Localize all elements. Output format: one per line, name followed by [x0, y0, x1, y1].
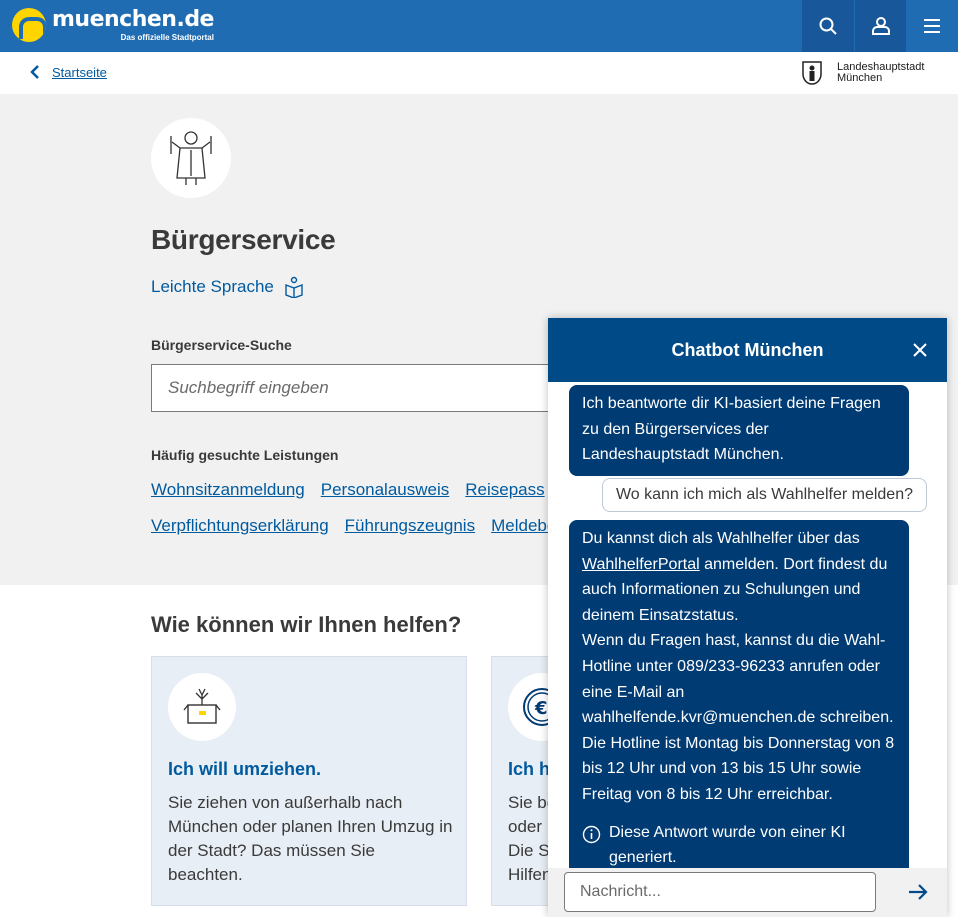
- ai-disclaimer-text: Diese Antwort wurde von einer KI generie…: [609, 823, 846, 867]
- link-meldebescheinigung[interactable]: Meldebe: [491, 516, 556, 536]
- svg-text:€: €: [534, 698, 548, 719]
- chatbot-title: Chatbot München: [671, 340, 824, 360]
- help-title: Wie können wir Ihnen helfen?: [151, 612, 462, 637]
- city-name-line2: München: [837, 72, 883, 84]
- logo-name: muenchen.de: [52, 7, 214, 32]
- menu-button[interactable]: [906, 0, 958, 52]
- chatbot-window: Chatbot München Ich beantworte dir KI-ba…: [548, 318, 947, 917]
- ai-disclaimer: Diese Antwort wurde von einer KI generie…: [582, 820, 896, 868]
- chat-footer: Nachricht...: [548, 868, 947, 917]
- muenchner-kindl-icon: [170, 131, 212, 185]
- breadcrumb-home-link[interactable]: Startseite: [52, 65, 107, 80]
- search-label: Bürgerservice-Suche: [151, 337, 292, 353]
- info-icon: [582, 825, 601, 843]
- chevron-left-icon: [30, 65, 39, 79]
- easy-language-label: Leichte Sprache: [151, 277, 274, 296]
- moving-box-icon: [168, 673, 236, 741]
- send-arrow-icon[interactable]: [906, 880, 930, 904]
- chatbot-header: Chatbot München: [548, 318, 947, 382]
- help-card-moving[interactable]: Ich will umziehen. Sie ziehen von außerh…: [151, 656, 467, 906]
- frequent-links-row-1: Wohnsitzanmeldung Personalausweis Reisep…: [151, 480, 571, 500]
- link-reisepass[interactable]: Reisepass: [465, 480, 544, 500]
- bot-message: Du kannst dich als Wahlhelfer über das W…: [569, 520, 909, 868]
- bot-message: Ich beantworte dir KI-basiert deine Frag…: [569, 385, 909, 476]
- frequent-links-row-2: Verpflichtungserklärung Führungszeugnis …: [151, 516, 571, 536]
- breadcrumb-bar: Startseite Landeshauptstadt München: [0, 52, 958, 94]
- link-personalausweis[interactable]: Personalausweis: [321, 480, 450, 500]
- help-card-text: Sie ziehen von außerhalb nach München od…: [168, 793, 453, 884]
- login-button[interactable]: [855, 0, 907, 52]
- chat-messages[interactable]: Ich beantworte dir KI-basiert deine Frag…: [548, 382, 947, 868]
- city-crest-icon: [802, 61, 822, 85]
- search-icon: [819, 17, 837, 35]
- menu-icon: [924, 19, 940, 33]
- search-input[interactable]: Suchbegriff eingeben: [151, 364, 571, 412]
- close-icon[interactable]: [910, 340, 930, 360]
- wahlhelfer-portal-link[interactable]: WahlhelferPortal: [582, 556, 700, 573]
- search-button[interactable]: [802, 0, 854, 52]
- chat-message-input[interactable]: Nachricht...: [564, 872, 876, 912]
- link-wohnsitzanmeldung[interactable]: Wohnsitzanmeldung: [151, 480, 305, 500]
- site-logo[interactable]: muenchen.de Das offizielle Stadtportal: [12, 8, 214, 42]
- service-avatar: [151, 118, 231, 198]
- city-logo[interactable]: Landeshauptstadt München: [802, 61, 924, 85]
- easy-language-icon: [285, 276, 303, 298]
- logo-mark-icon: [12, 8, 46, 42]
- easy-language-link[interactable]: Leichte Sprache: [151, 276, 304, 298]
- help-card-title: Ich will umziehen.: [168, 759, 322, 779]
- breadcrumb[interactable]: Startseite: [30, 64, 107, 80]
- logo-tagline: Das offizielle Stadtportal: [120, 33, 214, 42]
- page-title: Bürgerservice: [151, 224, 336, 255]
- link-verpflichtungserklaerung[interactable]: Verpflichtungserklärung: [151, 516, 329, 536]
- link-fuehrungszeugnis[interactable]: Führungszeugnis: [345, 516, 475, 536]
- user-message: Wo kann ich mich als Wahlhelfer melden?: [601, 478, 927, 512]
- user-icon: [872, 17, 890, 35]
- top-bar: muenchen.de Das offizielle Stadtportal: [0, 0, 958, 52]
- bot-message-text-3: Wenn du Fragen hast, kannst du die Wahl-…: [582, 632, 895, 803]
- frequent-services-label: Häufig gesuchte Leistungen: [151, 447, 339, 463]
- bot-message-text-1: Du kannst dich als Wahlhelfer über das: [582, 530, 860, 547]
